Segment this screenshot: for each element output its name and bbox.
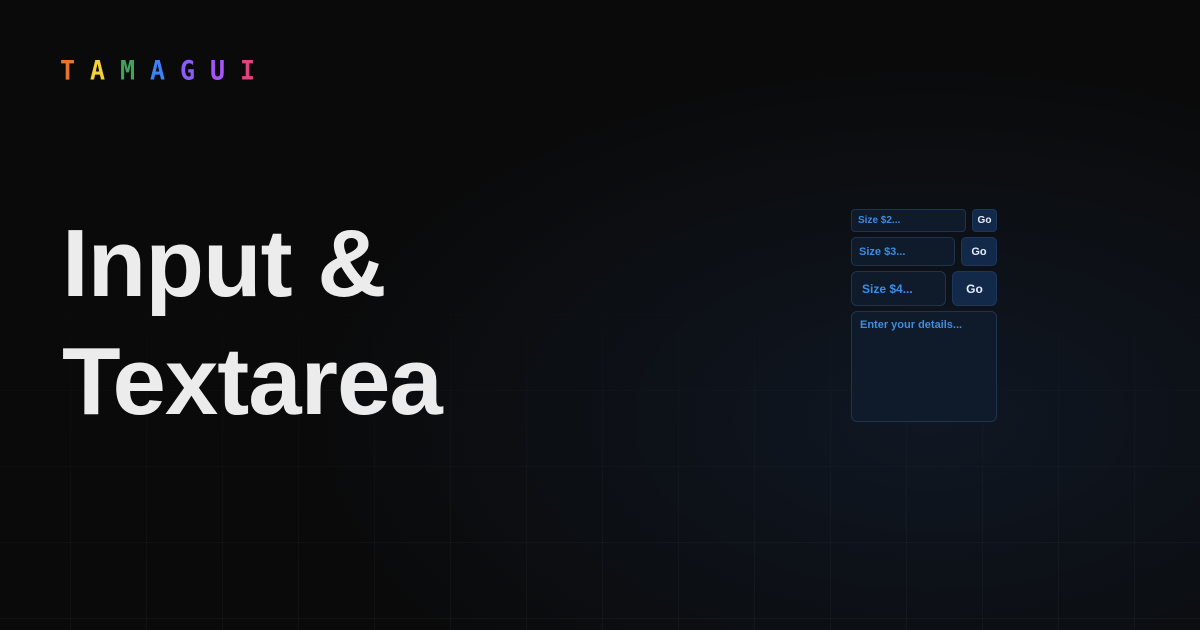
input-row-size-4: Size $4... Go [851,271,997,306]
size-2-placeholder: Size $2... [858,215,901,226]
size-3-go-label: Go [971,245,987,258]
logo-letter-i: I [240,55,256,86]
logo-letter-g: G [180,55,196,86]
logo-letter-u: U [210,55,226,86]
size-2-go-button[interactable]: Go [972,209,997,232]
title-line-2: Textarea [62,328,443,435]
size-4-go-label: Go [966,281,983,296]
size-3-input[interactable]: Size $3... [851,237,955,266]
tamagui-logo: T A M A G U I [60,55,270,86]
size-4-input[interactable]: Size $4... [851,271,946,306]
size-2-input[interactable]: Size $2... [851,209,966,232]
size-4-placeholder: Size $4... [862,281,913,296]
title-line-1: Input & [62,210,387,317]
page-title: Input & Textarea [62,205,443,441]
logo-letter-t: T [60,55,76,86]
size-4-go-button[interactable]: Go [952,271,997,306]
textarea-placeholder: Enter your details... [860,319,963,331]
details-textarea[interactable]: Enter your details... [851,311,997,422]
input-row-size-2: Size $2... Go [851,209,997,232]
logo-letter-m: M [120,55,136,86]
size-3-go-button[interactable]: Go [961,237,997,266]
logo-letter-a: A [90,55,106,86]
logo-letter-a2: A [150,55,166,86]
input-demo-panel: Size $2... Go Size $3... Go Size $4... G… [851,209,997,422]
size-2-go-label: Go [977,215,992,226]
input-row-size-3: Size $3... Go [851,237,997,266]
og-card: T A M A G U I Input & Textarea Size $2..… [0,0,1200,630]
size-3-placeholder: Size $3... [859,245,906,258]
